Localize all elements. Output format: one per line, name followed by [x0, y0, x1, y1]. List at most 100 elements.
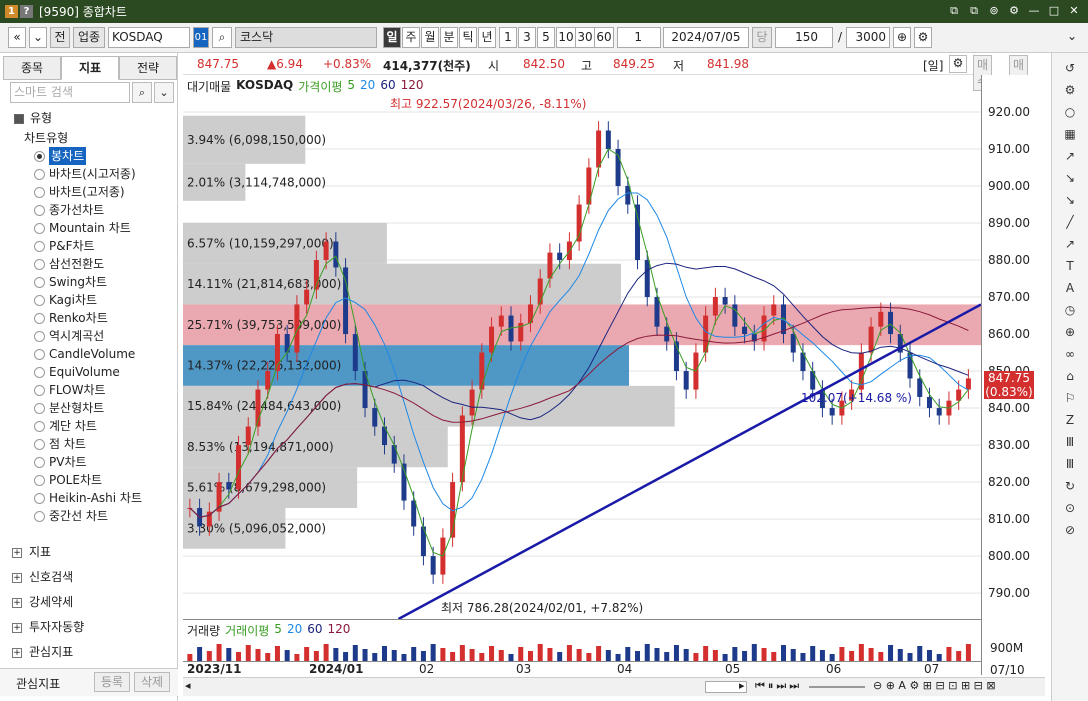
prev-button[interactable]: 전	[50, 27, 70, 48]
radio-button[interactable]	[34, 240, 45, 252]
radio-button[interactable]	[34, 276, 45, 288]
radio-button[interactable]	[34, 438, 45, 450]
chart-type-item[interactable]: EquiVolume	[8, 363, 176, 381]
radio-button[interactable]	[34, 222, 45, 234]
group-investor-trend[interactable]: + 투자자동향	[12, 615, 84, 640]
chart-type-item[interactable]: 중간선 차트	[8, 507, 176, 525]
total-count-field[interactable]: 3000	[846, 27, 890, 48]
copy-window-icon[interactable]: ⧉	[966, 3, 982, 19]
radio-button[interactable]	[34, 150, 45, 162]
drawing-tool-icon[interactable]: ⌂	[1058, 365, 1082, 387]
interval-5-button[interactable]: 5	[537, 27, 555, 48]
chart-type-item[interactable]: P&F차트	[8, 237, 176, 255]
drawing-tool-icon[interactable]: ▦	[1058, 123, 1082, 145]
close-button[interactable]: ✕	[1066, 3, 1082, 19]
delete-button[interactable]: 삭제	[134, 672, 170, 692]
minimize-button[interactable]: —	[1026, 3, 1042, 19]
drawing-tool-icon[interactable]: ↘	[1058, 167, 1082, 189]
radio-button[interactable]	[34, 384, 45, 396]
period-year-tab[interactable]: 년	[478, 27, 496, 48]
drawing-tool-icon[interactable]: ↘	[1058, 189, 1082, 211]
drawing-tool-icon[interactable]: Ⅲ	[1058, 431, 1082, 453]
settings-gear-icon[interactable]: ⚙	[1006, 3, 1022, 19]
chart-type-item[interactable]: 바차트(고저종)	[8, 183, 176, 201]
radio-button[interactable]	[34, 294, 45, 306]
tab-strategies[interactable]: 전략	[119, 56, 177, 80]
group-signal-search[interactable]: + 신호검색	[12, 565, 84, 590]
radio-button[interactable]	[34, 492, 45, 504]
camera-icon[interactable]: ⊚	[986, 3, 1002, 19]
stock-name-field[interactable]: 코스닥	[235, 27, 377, 48]
drawing-tool-icon[interactable]: A	[1058, 277, 1082, 299]
date-field[interactable]: 2024/07/05	[663, 27, 749, 48]
radio-button[interactable]	[34, 402, 45, 414]
drawing-tool-icon[interactable]: ↻	[1058, 475, 1082, 497]
chart-type-item[interactable]: PV차트	[8, 453, 176, 471]
zoom-search-icon[interactable]: ⊕	[893, 27, 911, 48]
drawing-tool-icon[interactable]: Ⅲ	[1058, 453, 1082, 475]
interval-1-button[interactable]: 1	[499, 27, 517, 48]
chart-type-item[interactable]: 역시계곡선	[8, 327, 176, 345]
radio-button[interactable]	[34, 348, 45, 360]
drawing-tool-icon[interactable]: ⚐	[1058, 387, 1082, 409]
scroll-left-arrow[interactable]: ◂	[185, 679, 191, 692]
drawing-tool-icon[interactable]: ○	[1058, 101, 1082, 123]
chart-type-item[interactable]: Heikin-Ashi 차트	[8, 489, 176, 507]
drawing-tool-icon[interactable]: ⚙	[1058, 79, 1082, 101]
code-badge[interactable]: 01	[193, 27, 209, 48]
radio-button[interactable]	[34, 168, 45, 180]
radio-button[interactable]	[34, 456, 45, 468]
group-indicators[interactable]: + 지표	[12, 540, 84, 565]
market-select[interactable]: KOSDAQ	[108, 27, 190, 48]
interval-10-button[interactable]: 10	[556, 27, 576, 48]
link-window-icon[interactable]: ⧉	[946, 3, 962, 19]
drawing-tool-icon[interactable]: ⊕	[1058, 321, 1082, 343]
search-icon[interactable]: ⌕	[212, 27, 232, 48]
tab-indicators[interactable]: 지표	[61, 56, 119, 80]
chart-type-item[interactable]: 점 차트	[8, 435, 176, 453]
register-button[interactable]: 등록	[94, 672, 130, 692]
drawing-tool-icon[interactable]: Z	[1058, 409, 1082, 431]
nav-back-button[interactable]: «	[8, 27, 26, 48]
zoom-tool-icons[interactable]: ⊖ ⊕ A ⚙ ⊞ ⊟ ⊡ ⊞ ⊟ ⊠	[873, 679, 996, 692]
bar-count-field[interactable]: 150	[775, 27, 833, 48]
period-tick-tab[interactable]: 틱	[459, 27, 477, 48]
period-week-tab[interactable]: 주	[402, 27, 420, 48]
window-badge-help[interactable]: ?	[20, 5, 33, 18]
interval-3-button[interactable]: 3	[518, 27, 536, 48]
chart-type-item[interactable]: 봉차트	[8, 147, 176, 165]
sector-button[interactable]: 업종	[73, 27, 105, 48]
chart-type-item[interactable]: 종가선차트	[8, 201, 176, 219]
tab-stocks[interactable]: 종목	[3, 56, 61, 80]
playback-controls[interactable]: ⏮⏸⏭⏭	[755, 679, 802, 693]
radio-button[interactable]	[34, 420, 45, 432]
unit-button[interactable]: 당	[752, 27, 772, 48]
drawing-tool-icon[interactable]: ⊘	[1058, 519, 1082, 541]
interval-30-button[interactable]: 30	[575, 27, 595, 48]
drawing-tool-icon[interactable]: T	[1058, 255, 1082, 277]
collapse-toolbar-icon[interactable]: ⌄	[1064, 27, 1080, 48]
chart-type-item[interactable]: FLOW차트	[8, 381, 176, 399]
radio-button[interactable]	[34, 510, 45, 522]
price-chart[interactable]: 3.94% (6,098,150,000) 2.01% (3,114,748,00…	[183, 75, 981, 619]
drawing-tool-icon[interactable]: ◷	[1058, 299, 1082, 321]
drawing-tool-icon[interactable]: ∞	[1058, 343, 1082, 365]
radio-button[interactable]	[34, 474, 45, 486]
toolbar-settings-icon[interactable]: ⚙	[914, 27, 932, 48]
count-spin-field[interactable]: 1	[617, 27, 661, 48]
chart-type-item[interactable]: Kagi차트	[8, 291, 176, 309]
group-favorite-indicators[interactable]: + 관심지표	[12, 640, 84, 665]
drawing-tool-icon[interactable]: ↗	[1058, 233, 1082, 255]
radio-button[interactable]	[34, 204, 45, 216]
chart-type-item[interactable]: 계단 차트	[8, 417, 176, 435]
radio-button[interactable]	[34, 330, 45, 342]
period-minute-tab[interactable]: 분	[440, 27, 458, 48]
chart-type-item[interactable]: 바차트(시고저종)	[8, 165, 176, 183]
chart-type-item[interactable]: Swing차트	[8, 273, 176, 291]
type-group-header[interactable]: 유형	[8, 108, 176, 129]
group-strength[interactable]: + 강세약세	[12, 590, 84, 615]
volume-panel[interactable]: 거래량 거래이평 5 20 60 120	[183, 619, 981, 662]
chart-type-item[interactable]: 분산형차트	[8, 399, 176, 417]
drawing-tool-icon[interactable]: ⊙	[1058, 497, 1082, 519]
smart-search-input[interactable]: 스마트 검색	[10, 82, 130, 103]
